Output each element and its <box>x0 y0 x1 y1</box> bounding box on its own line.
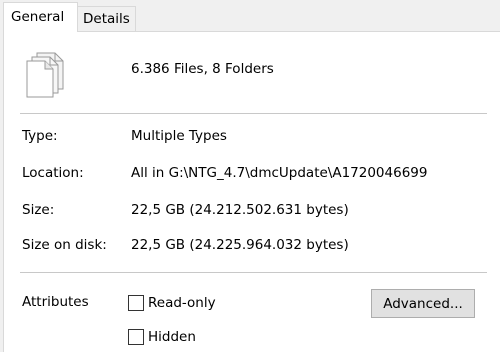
advanced-button[interactable]: Advanced... <box>371 289 475 318</box>
hidden-label[interactable]: Hidden <box>148 329 196 345</box>
hidden-checkbox-row[interactable]: Hidden <box>128 327 196 347</box>
size-value: 22,5 GB (24.212.502.631 bytes) <box>131 202 349 218</box>
divider-bottom <box>20 272 487 273</box>
attributes-label: Attributes <box>22 294 89 310</box>
size-on-disk-label: Size on disk: <box>22 237 107 253</box>
size-on-disk-value: 22,5 GB (24.225.964.032 bytes) <box>131 237 349 253</box>
location-value: All in G:\NTG_4.7\dmcUpdate\A1720046699 <box>131 165 428 181</box>
readonly-label[interactable]: Read-only <box>148 295 216 311</box>
type-value: Multiple Types <box>131 128 227 144</box>
readonly-checkbox-row[interactable]: Read-only <box>128 293 216 313</box>
advanced-button-label: Advanced... <box>383 295 463 312</box>
files-summary: 6.386 Files, 8 Folders <box>131 61 274 77</box>
multiple-files-icon <box>26 52 64 98</box>
readonly-checkbox[interactable] <box>128 295 144 311</box>
tab-details[interactable]: Details <box>77 6 136 31</box>
type-label: Type: <box>22 128 58 144</box>
properties-dialog: Details General 6.386 Files, 8 Folders T… <box>0 0 500 352</box>
tab-details-label: Details <box>83 11 130 27</box>
tab-general-label: General <box>11 9 65 25</box>
size-label: Size: <box>22 202 55 218</box>
location-label: Location: <box>22 165 84 181</box>
hidden-checkbox[interactable] <box>128 329 144 345</box>
tab-general[interactable]: General <box>3 2 78 32</box>
divider-top <box>20 113 487 114</box>
